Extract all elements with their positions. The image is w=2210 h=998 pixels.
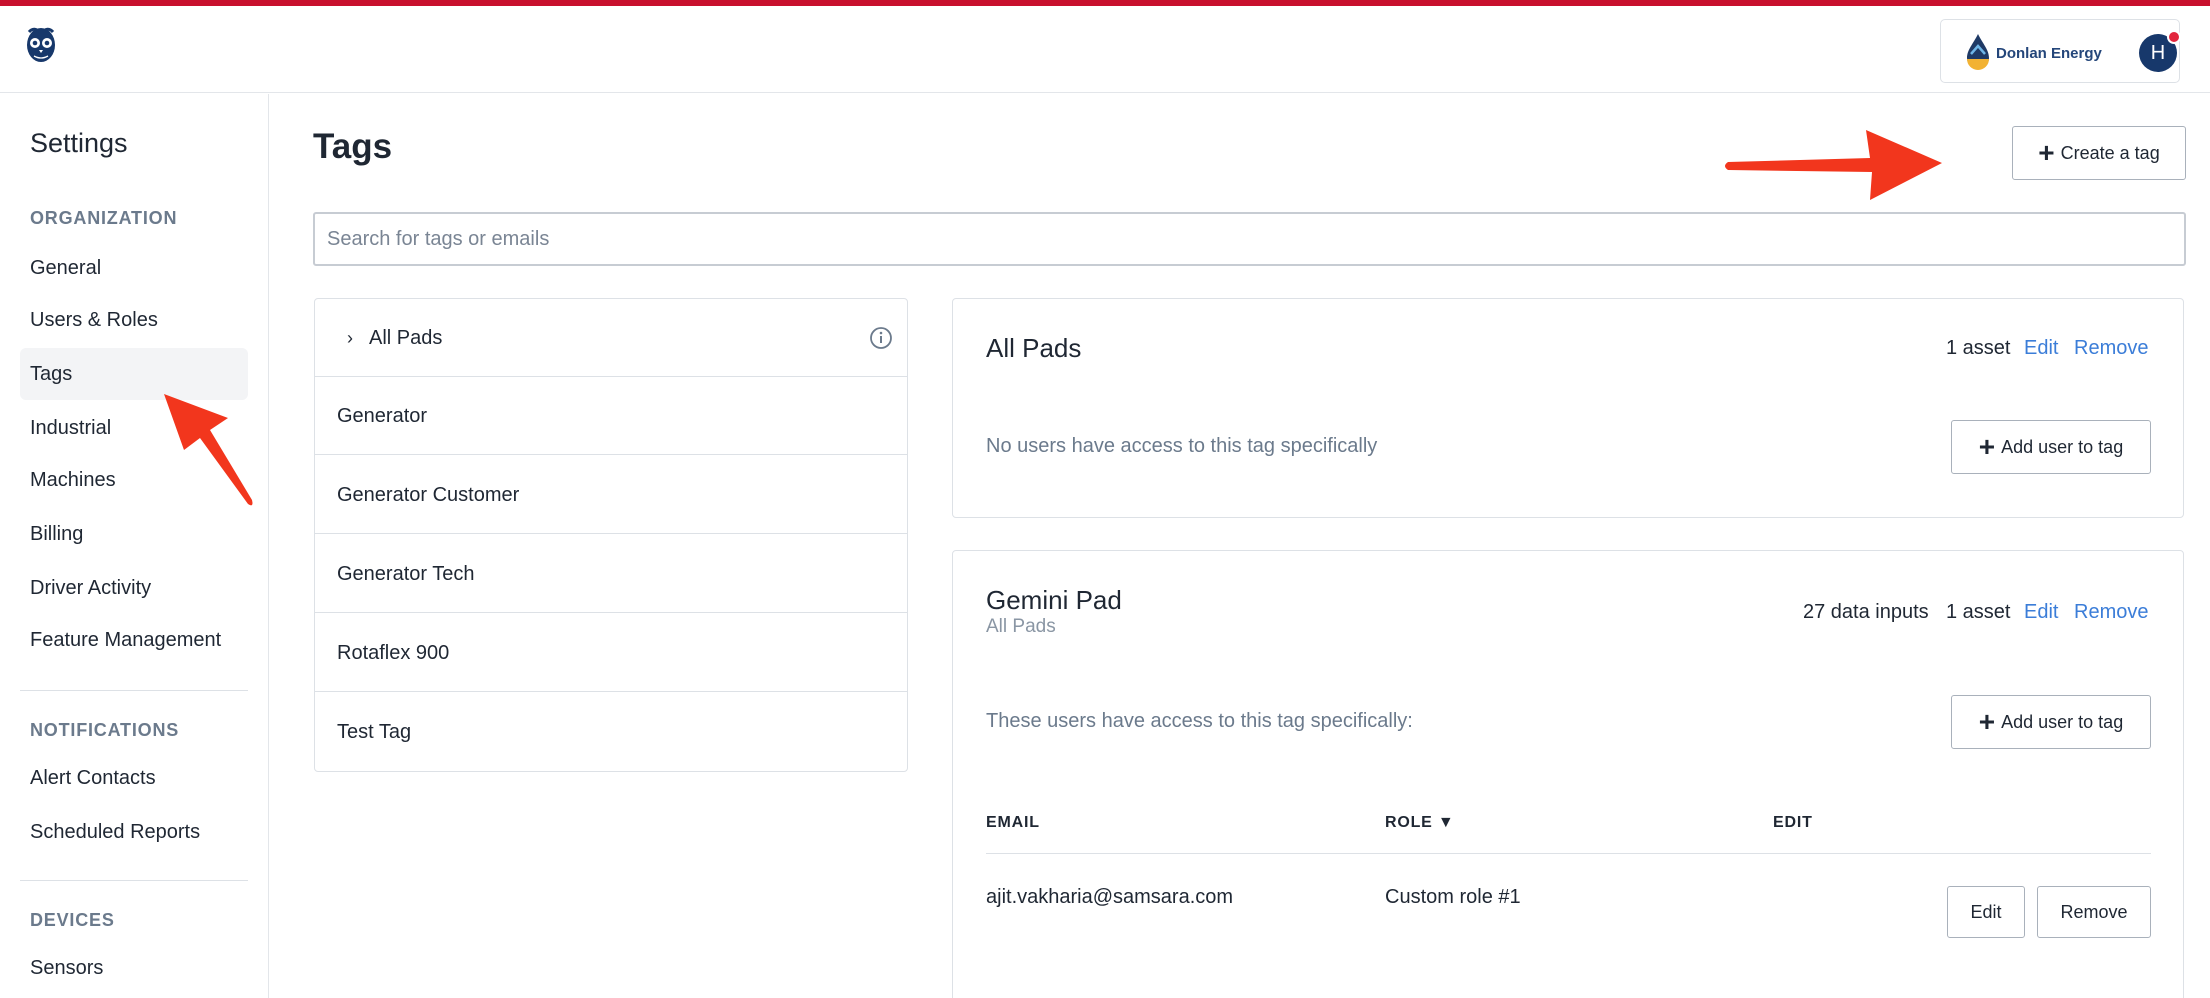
donlan-drop-logo-icon [1967, 34, 1989, 70]
card-title: Gemini Pad [986, 585, 1122, 615]
plus-icon: + [2038, 137, 2055, 168]
remove-tag-link[interactable]: Remove [2074, 337, 2148, 360]
asset-count: 1 asset [1946, 601, 2011, 623]
annotation-arrow-icon [164, 394, 253, 506]
tag-item-test-tag[interactable]: Test Tag [315, 693, 907, 771]
tag-label: All Pads [369, 327, 443, 349]
plus-icon: + [1978, 706, 1996, 737]
sidebar-item-billing[interactable]: Billing [20, 508, 248, 560]
notification-dot [2167, 30, 2181, 44]
column-header-email: EMAIL [986, 814, 1040, 831]
org-switcher[interactable]: Donlan Energy H [1940, 19, 2181, 83]
tag-item-generator-customer[interactable]: Generator Customer [315, 456, 907, 534]
remove-tag-link[interactable]: Remove [2074, 601, 2148, 624]
sidebar-item-users-roles[interactable]: Users & Roles [20, 294, 248, 346]
tag-item-generator[interactable]: Generator [315, 377, 907, 455]
column-header-role[interactable]: ROLE ▼ [1385, 814, 1455, 832]
edit-tag-link[interactable]: Edit [2024, 601, 2058, 624]
tag-item-all-pads[interactable]: › All Pads [315, 299, 907, 377]
card-title: All Pads [986, 333, 1082, 363]
section-devices: DEVICES [30, 910, 115, 930]
section-notifications: NOTIFICATIONS [30, 720, 180, 740]
settings-sidebar: Settings ORGANIZATION General Users & Ro… [0, 94, 269, 998]
sidebar-item-scheduled-reports[interactable]: Scheduled Reports [20, 806, 248, 858]
sidebar-divider [20, 690, 248, 691]
sidebar-item-general[interactable]: General [20, 242, 248, 294]
remove-user-button[interactable]: Remove [2037, 886, 2151, 938]
data-inputs-count: 27 data inputs [1803, 601, 1929, 623]
tag-list: › All Pads Generator Generator Customer … [314, 298, 908, 772]
sidebar-divider [20, 880, 248, 881]
tag-item-rotaflex-900[interactable]: Rotaflex 900 [315, 614, 907, 692]
plus-icon: + [1978, 431, 1996, 462]
column-header-edit: EDIT [1773, 814, 1813, 831]
sidebar-item-alert-contacts[interactable]: Alert Contacts [20, 752, 248, 804]
annotation-arrow-icon [1725, 130, 1942, 200]
page-title: Tags [313, 127, 393, 166]
user-role: Custom role #1 [1385, 886, 1521, 908]
search-input[interactable] [313, 212, 2186, 266]
card-subtitle: All Pads [986, 616, 1056, 637]
sidebar-title: Settings [30, 128, 128, 158]
tag-card-all-pads: All Pads 1 asset Edit Remove No users ha… [952, 298, 2184, 518]
access-message: These users have access to this tag spec… [986, 710, 1413, 732]
edit-user-button[interactable]: Edit [1947, 886, 2025, 938]
create-tag-button[interactable]: + Create a tag [2012, 126, 2186, 180]
sidebar-item-sensors[interactable]: Sensors [20, 942, 248, 994]
section-organization: ORGANIZATION [30, 208, 178, 228]
tag-card-gemini-pad: Gemini Pad All Pads 27 data inputs 1 ass… [952, 550, 2184, 998]
sidebar-item-feature-management[interactable]: Feature Management [20, 614, 248, 666]
tag-item-generator-tech[interactable]: Generator Tech [315, 535, 907, 613]
user-email: ajit.vakharia@samsara.com [986, 886, 1234, 908]
add-user-to-tag-button[interactable]: + Add user to tag [1951, 695, 2151, 749]
top-bar: Donlan Energy H [0, 6, 2210, 93]
chevron-right-icon[interactable]: › [347, 299, 353, 377]
add-user-label: Add user to tag [2001, 436, 2124, 457]
sidebar-item-driver-activity[interactable]: Driver Activity [20, 562, 248, 614]
table-divider [986, 853, 2151, 854]
add-user-to-tag-button[interactable]: + Add user to tag [1951, 420, 2151, 474]
org-name: Donlan Energy [1996, 45, 2102, 62]
add-user-label: Add user to tag [2001, 711, 2124, 732]
owl-logo-icon[interactable] [24, 22, 58, 72]
edit-tag-link[interactable]: Edit [2024, 337, 2058, 360]
asset-count: 1 asset [1946, 337, 2011, 359]
info-icon[interactable] [869, 326, 893, 350]
no-access-message: No users have access to this tag specifi… [986, 435, 1378, 457]
create-tag-label: Create a tag [2060, 142, 2160, 163]
